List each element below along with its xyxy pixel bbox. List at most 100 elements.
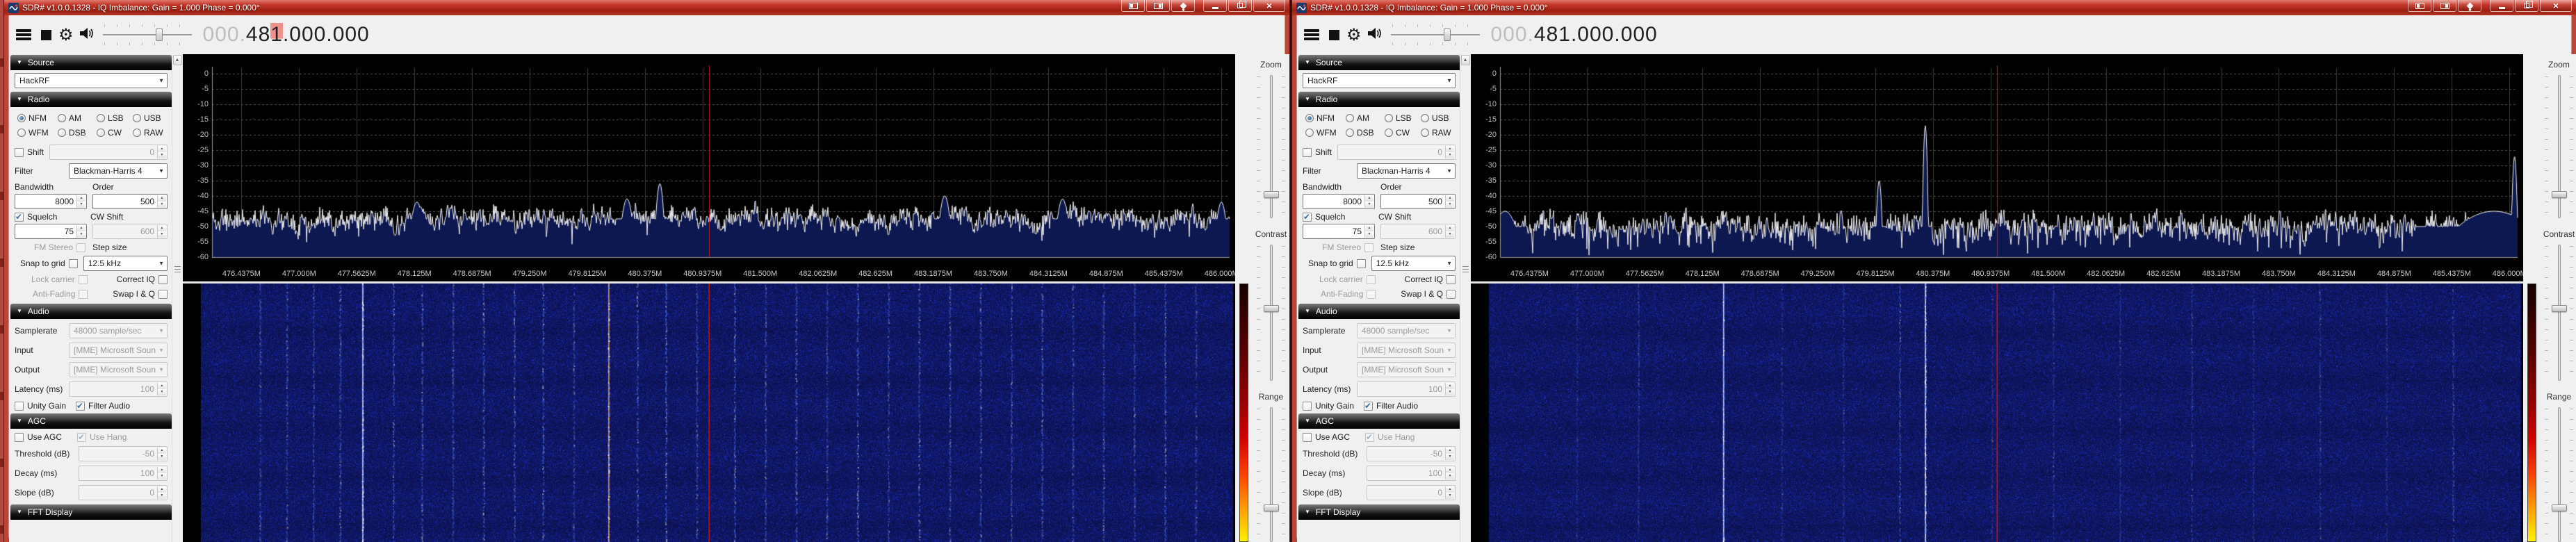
filter-audio-checkbox[interactable] <box>76 402 85 411</box>
panel-splitter-grip[interactable] <box>174 266 181 274</box>
frequency-digits[interactable]: .000.000 <box>283 23 370 46</box>
contrast-slider[interactable] <box>2540 245 2576 381</box>
dock-right-button[interactable] <box>1146 0 1170 12</box>
bandwidth-spinner[interactable]: 8000▲▼ <box>15 194 87 209</box>
maximize-button[interactable] <box>1228 0 1252 12</box>
panel-header-fft-display[interactable]: ▼FFT Display <box>10 504 172 520</box>
panel-header-fft-display[interactable]: ▼FFT Display <box>1298 504 1460 520</box>
mode-am[interactable]: AM <box>1346 113 1385 123</box>
panel-header-agc[interactable]: ▼AGC <box>10 413 172 429</box>
range-slider[interactable] <box>1252 407 1289 542</box>
scroll-up-arrow-icon[interactable]: ▲ <box>1461 55 1470 65</box>
sidebar-scrollbar[interactable]: ▲ <box>1460 54 1470 542</box>
stop-button[interactable] <box>41 30 51 40</box>
title-bar[interactable]: SDR# v1.0.0.1328 - IQ Imbalance: Gain = … <box>4 0 1289 15</box>
squelch-checkbox[interactable] <box>1303 213 1312 222</box>
frequency-leading-zeros[interactable]: 000. <box>203 23 246 46</box>
filter-dropdown[interactable]: Blackman-Harris 4▼ <box>69 163 168 179</box>
sidebar-scrollbar[interactable]: ▲ <box>172 54 182 542</box>
mode-wfm[interactable]: WFM <box>17 128 58 138</box>
close-button[interactable]: × <box>1253 0 1285 12</box>
squelch-spinner[interactable]: 75▲▼ <box>1303 224 1375 239</box>
waterfall-canvas[interactable] <box>1471 284 2523 542</box>
scroll-up-arrow-icon[interactable]: ▲ <box>173 55 182 65</box>
maximize-button[interactable] <box>2515 0 2538 12</box>
panel-header-audio[interactable]: ▼Audio <box>10 304 172 319</box>
pin-button[interactable] <box>1171 0 1195 12</box>
mode-raw[interactable]: RAW <box>133 128 170 138</box>
frequency-leading-zeros[interactable]: 000. <box>1491 23 1534 46</box>
snap-to-grid-checkbox[interactable] <box>69 259 78 268</box>
frequency-display[interactable]: 000.481.000.000 <box>203 23 370 47</box>
panel-header-source[interactable]: ▼Source <box>1298 55 1460 70</box>
title-bar[interactable]: SDR# v1.0.0.1328 - IQ Imbalance: Gain = … <box>1292 0 2576 15</box>
panel-splitter-grip[interactable] <box>1462 266 1469 274</box>
speaker-icon[interactable] <box>79 27 95 43</box>
stop-button[interactable] <box>1329 30 1339 40</box>
zoom-slider[interactable] <box>1252 75 1289 218</box>
shift-checkbox[interactable] <box>15 148 24 157</box>
source-device-dropdown[interactable]: HackRF▼ <box>15 73 168 88</box>
speaker-icon[interactable] <box>1367 27 1383 43</box>
panel-header-audio[interactable]: ▼Audio <box>1298 304 1460 319</box>
contrast-slider[interactable] <box>1252 245 1289 381</box>
zoom-slider-thumb[interactable] <box>2552 191 2567 198</box>
spectrum-canvas[interactable] <box>1471 54 2523 268</box>
zoom-slider-thumb[interactable] <box>1264 191 1279 198</box>
contrast-slider-thumb[interactable] <box>2552 305 2567 312</box>
waterfall-canvas[interactable] <box>183 284 1235 542</box>
menu-button[interactable] <box>1304 29 1319 40</box>
correct-iq-checkbox[interactable] <box>1446 275 1456 284</box>
frequency-digits[interactable]: .000.000 <box>1571 23 1658 46</box>
use-agc-checkbox[interactable] <box>15 433 24 442</box>
mode-raw[interactable]: RAW <box>1421 128 1458 138</box>
mode-dsb[interactable]: DSB <box>1346 128 1385 138</box>
range-slider-thumb[interactable] <box>2552 504 2567 511</box>
dock-left-button[interactable] <box>1121 0 1145 12</box>
mode-lsb[interactable]: LSB <box>1385 113 1421 123</box>
mode-am[interactable]: AM <box>58 113 97 123</box>
mode-cw[interactable]: CW <box>97 128 133 138</box>
panel-header-agc[interactable]: ▼AGC <box>1298 413 1460 429</box>
zoom-slider[interactable] <box>2540 75 2576 218</box>
panel-header-radio[interactable]: ▼Radio <box>1298 92 1460 107</box>
unity-gain-checkbox[interactable] <box>1303 402 1312 411</box>
filter-audio-checkbox[interactable] <box>1364 402 1373 411</box>
order-spinner[interactable]: 500▲▼ <box>1380 194 1456 209</box>
shift-checkbox[interactable] <box>1303 148 1312 157</box>
menu-button[interactable] <box>16 29 31 40</box>
use-agc-checkbox[interactable] <box>1303 433 1312 442</box>
filter-dropdown[interactable]: Blackman-Harris 4▼ <box>1357 163 1456 179</box>
step-size-dropdown[interactable]: 12.5 kHz▼ <box>1371 256 1456 271</box>
frequency-digits[interactable]: 48 <box>246 23 270 46</box>
mode-usb[interactable]: USB <box>1421 113 1458 123</box>
mode-nfm[interactable]: NFM <box>17 113 58 123</box>
panel-header-radio[interactable]: ▼Radio <box>10 92 172 107</box>
mode-nfm[interactable]: NFM <box>1305 113 1346 123</box>
volume-slider[interactable] <box>1391 24 1480 45</box>
spectrum-canvas[interactable] <box>183 54 1235 268</box>
step-size-dropdown[interactable]: 12.5 kHz▼ <box>83 256 168 271</box>
close-button[interactable]: × <box>2540 0 2572 12</box>
dock-left-button[interactable] <box>2408 0 2431 12</box>
mode-lsb[interactable]: LSB <box>97 113 133 123</box>
order-spinner[interactable]: 500▲▼ <box>92 194 168 209</box>
settings-gear-icon[interactable]: ⚙ <box>1346 26 1362 43</box>
mode-wfm[interactable]: WFM <box>1305 128 1346 138</box>
squelch-checkbox[interactable] <box>15 213 24 222</box>
bandwidth-spinner[interactable]: 8000▲▼ <box>1303 194 1375 209</box>
range-slider-thumb[interactable] <box>1264 504 1279 511</box>
volume-slider-thumb[interactable] <box>156 28 163 41</box>
contrast-slider-thumb[interactable] <box>1264 305 1279 312</box>
mode-cw[interactable]: CW <box>1385 128 1421 138</box>
source-device-dropdown[interactable]: HackRF▼ <box>1303 73 1456 88</box>
range-slider[interactable] <box>2540 407 2576 542</box>
volume-slider[interactable] <box>103 24 192 45</box>
squelch-spinner[interactable]: 75▲▼ <box>15 224 87 239</box>
swap-iq-checkbox[interactable] <box>158 290 168 299</box>
panel-header-source[interactable]: ▼Source <box>10 55 172 70</box>
frequency-display[interactable]: 000.481.000.000 <box>1491 23 1658 47</box>
minimize-button[interactable] <box>2490 0 2513 12</box>
unity-gain-checkbox[interactable] <box>15 402 24 411</box>
frequency-digits[interactable]: 481 <box>1534 23 1571 46</box>
